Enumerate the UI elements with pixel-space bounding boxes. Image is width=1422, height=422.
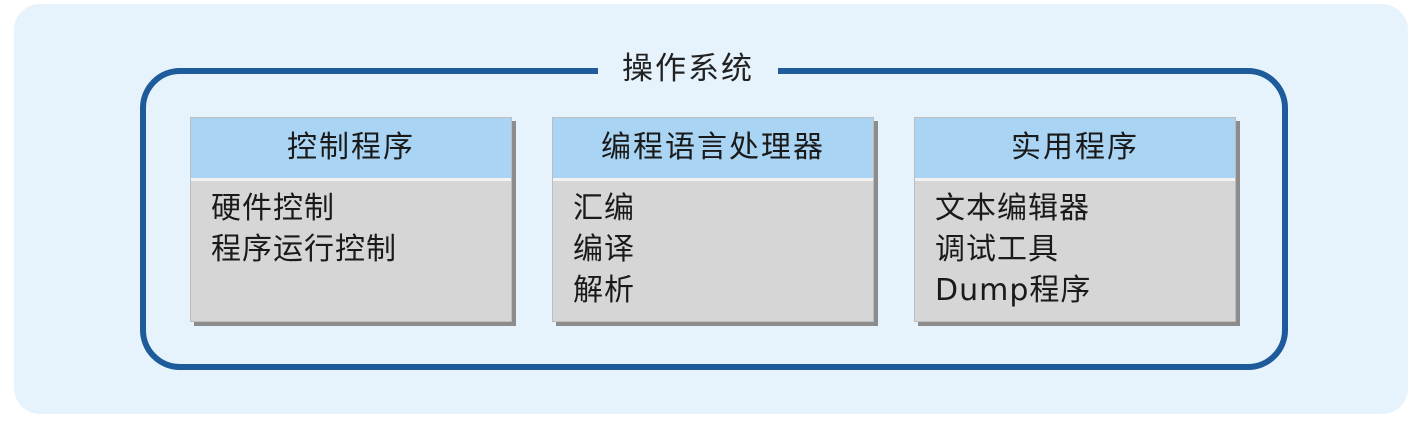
module-box: 实用程序 文本编辑器 调试工具 Dump程序 <box>914 117 1236 322</box>
module-item: 调试工具 <box>935 232 1059 267</box>
module-box: 控制程序 硬件控制 程序运行控制 <box>190 117 512 322</box>
module-control-program: 控制程序 硬件控制 程序运行控制 <box>190 117 516 326</box>
module-box: 编程语言处理器 汇编 编译 解析 <box>552 117 874 322</box>
module-item: 解析 <box>573 273 635 308</box>
module-item: 文本编辑器 <box>935 191 1090 226</box>
module-item-list: 汇编 编译 解析 <box>573 188 635 311</box>
module-item-list: 文本编辑器 调试工具 Dump程序 <box>935 188 1091 311</box>
module-utility-program: 实用程序 文本编辑器 调试工具 Dump程序 <box>914 117 1240 326</box>
module-divider <box>553 178 873 181</box>
module-item-list: 硬件控制 程序运行控制 <box>211 188 397 270</box>
module-item: Dump程序 <box>935 273 1092 308</box>
module-language-processor: 编程语言处理器 汇编 编译 解析 <box>552 117 878 326</box>
module-item: 程序运行控制 <box>211 232 397 267</box>
module-header: 编程语言处理器 <box>553 118 873 178</box>
module-item: 编译 <box>573 232 635 267</box>
module-header: 实用程序 <box>915 118 1235 178</box>
operating-system-title: 操作系统 <box>598 38 778 100</box>
module-divider <box>915 178 1235 181</box>
module-header: 控制程序 <box>191 118 511 178</box>
module-item: 汇编 <box>573 191 635 226</box>
module-item: 硬件控制 <box>211 191 335 226</box>
module-divider <box>191 178 511 181</box>
